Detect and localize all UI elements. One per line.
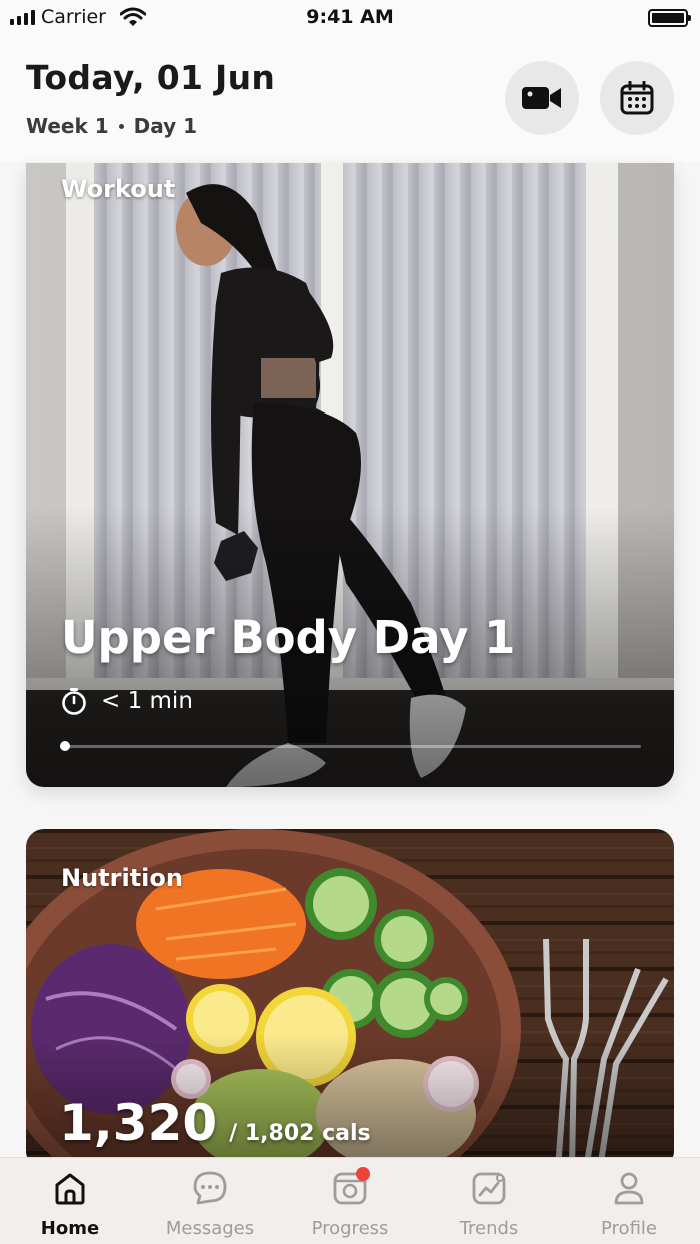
workout-card[interactable]: Workout Upper Body Day 1 < 1 min bbox=[26, 163, 674, 787]
tab-progress[interactable]: Progress bbox=[290, 1166, 410, 1239]
nutrition-label: Nutrition bbox=[61, 864, 183, 892]
calories-consumed: 1,320 bbox=[59, 1094, 218, 1152]
dot-separator bbox=[118, 123, 124, 129]
tab-label: Profile bbox=[601, 1218, 657, 1239]
video-button[interactable] bbox=[505, 61, 579, 135]
trends-chart-icon bbox=[472, 1172, 506, 1205]
workout-duration: < 1 min bbox=[61, 687, 193, 715]
status-time: 9:41 AM bbox=[306, 6, 394, 28]
workout-title: Upper Body Day 1 bbox=[61, 611, 516, 664]
tab-label: Trends bbox=[459, 1218, 519, 1239]
day-label: Day 1 bbox=[133, 114, 198, 138]
calorie-summary: 1,320 / 1,802 cals bbox=[59, 1094, 371, 1152]
chat-bubble-icon bbox=[193, 1171, 227, 1205]
page-title: Today, 01 Jun bbox=[26, 58, 276, 97]
tab-home[interactable]: Home bbox=[10, 1166, 130, 1239]
tab-messages[interactable]: Messages bbox=[150, 1166, 270, 1239]
tab-label: Progress bbox=[311, 1218, 389, 1239]
person-icon bbox=[614, 1172, 644, 1205]
bottom-tab-bar: Home Messages Progress Trends Profile bbox=[0, 1157, 700, 1244]
tab-profile[interactable]: Profile bbox=[569, 1166, 689, 1239]
week-day-indicator: Week 1 Day 1 bbox=[26, 114, 197, 138]
tab-label: Home bbox=[40, 1218, 100, 1239]
workout-progress-bar[interactable] bbox=[60, 741, 641, 751]
calendar-button[interactable] bbox=[600, 61, 674, 135]
nutrition-card[interactable]: Nutrition 1,320 / 1,802 cals bbox=[26, 829, 674, 1169]
workout-label: Workout bbox=[61, 175, 176, 203]
battery-icon bbox=[648, 9, 691, 27]
tab-trends[interactable]: Trends bbox=[429, 1166, 549, 1239]
calories-goal: / 1,802 cals bbox=[229, 1121, 371, 1146]
calendar-icon bbox=[620, 81, 654, 115]
stopwatch-icon bbox=[62, 688, 86, 715]
week-label: Week 1 bbox=[26, 114, 109, 138]
notification-badge bbox=[356, 1167, 370, 1181]
video-camera-icon bbox=[522, 87, 561, 109]
duration-label: < 1 min bbox=[101, 688, 193, 714]
header: Today, 01 Jun Week 1 Day 1 bbox=[0, 34, 700, 162]
status-bar: Carrier 9:41 AM bbox=[0, 0, 700, 34]
home-icon bbox=[55, 1173, 85, 1205]
tab-label: Messages bbox=[165, 1218, 255, 1239]
progress-knob[interactable] bbox=[60, 741, 70, 751]
